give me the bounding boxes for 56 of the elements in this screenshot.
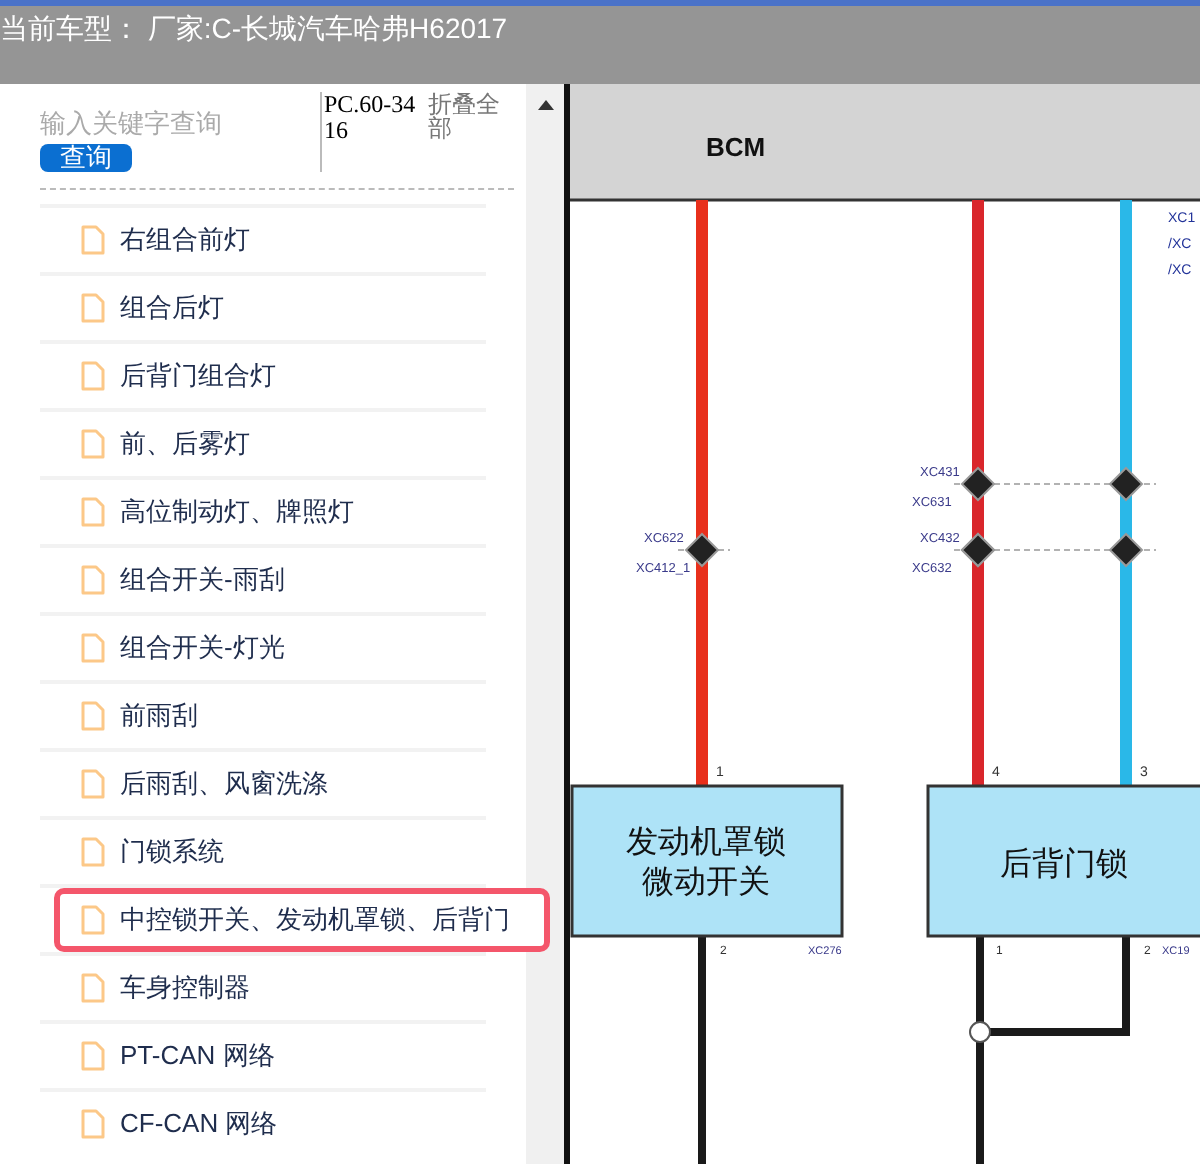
document-icon [80, 360, 106, 392]
tree-item[interactable]: 后雨刮、风窗洗涤 [54, 752, 550, 816]
tree-item[interactable]: CF-CAN 网络 [54, 1092, 550, 1156]
vehicle-title: 当前车型： 厂家:C-长城汽车哈弗H62017 [0, 10, 510, 48]
tree-item[interactable]: 前、后雾灯 [54, 412, 550, 476]
tree-item[interactable]: PT-CAN 网络 [54, 1024, 550, 1088]
tree-item[interactable]: 车身控制器 [54, 956, 550, 1020]
document-icon [80, 292, 106, 324]
document-icon [80, 700, 106, 732]
connector-diamond-icon [1108, 532, 1144, 568]
tree-item[interactable]: 高位制动灯、牌照灯 [54, 480, 550, 544]
document-icon [80, 428, 106, 460]
document-icon [80, 632, 106, 664]
tree-item-label: 中控锁开关、发动机罩锁、后背门 [120, 902, 510, 939]
tree-item[interactable]: 右组合前灯 [54, 208, 550, 272]
tree-item-label: 后背门组合灯 [120, 358, 276, 395]
search-field[interactable]: 输入关键字查询 [40, 108, 316, 140]
tree-item-label: 车身控制器 [120, 970, 250, 1007]
tree-item[interactable]: 前雨刮 [54, 684, 550, 748]
document-icon [80, 1108, 106, 1140]
tree-item-label: 组合开关-雨刮 [120, 562, 285, 599]
tree-item-label: 高位制动灯、牌照灯 [120, 494, 354, 531]
tree-item-label: 右组合前灯 [120, 222, 250, 259]
tree-item-label: 组合开关-灯光 [120, 630, 285, 667]
search-button[interactable]: 查询 [40, 144, 132, 172]
document-icon [80, 564, 106, 596]
tree-item[interactable]: 组合开关-雨刮 [54, 548, 550, 612]
document-icon [80, 224, 106, 256]
tree-item-label: 门锁系统 [120, 834, 224, 871]
component-label: 微动开关 [642, 866, 770, 900]
document-icon [80, 1040, 106, 1072]
tree-item-label: 前雨刮 [120, 698, 198, 735]
document-icon [80, 768, 106, 800]
tree-item[interactable]: 组合开关-灯光 [54, 616, 550, 680]
tree-item[interactable]: 门锁系统 [54, 820, 550, 884]
tree-item-label: 前、后雾灯 [120, 426, 250, 463]
tree-item[interactable]: 组合后灯 [54, 276, 550, 340]
collapse-all-link[interactable]: 折叠全部 [428, 92, 508, 140]
document-icon [80, 972, 106, 1004]
module-label: BCM [706, 132, 766, 162]
connector-diamond-icon [1108, 466, 1144, 502]
document-icon [80, 496, 106, 528]
document-icon [80, 836, 106, 868]
tree-item-label: 组合后灯 [120, 290, 224, 327]
tree-item[interactable]: 后背门组合灯 [54, 344, 550, 408]
tree-item-label: CF-CAN 网络 [120, 1106, 278, 1143]
document-icon [80, 904, 106, 936]
code-label: PC.60-3416 [324, 92, 416, 144]
tree-item-label: PT-CAN 网络 [120, 1038, 275, 1075]
component-label: 发动机罩锁 [626, 826, 786, 860]
scroll-up-icon[interactable] [537, 100, 553, 110]
connector-diamond-icon [960, 466, 996, 502]
dashed-line [677, 549, 731, 551]
tree-item[interactable]: 中控锁开关、发动机罩锁、后背门 [54, 888, 550, 952]
component-label: 后背门锁 [1000, 848, 1128, 882]
tree-item-label: 后雨刮、风窗洗涤 [120, 766, 328, 803]
